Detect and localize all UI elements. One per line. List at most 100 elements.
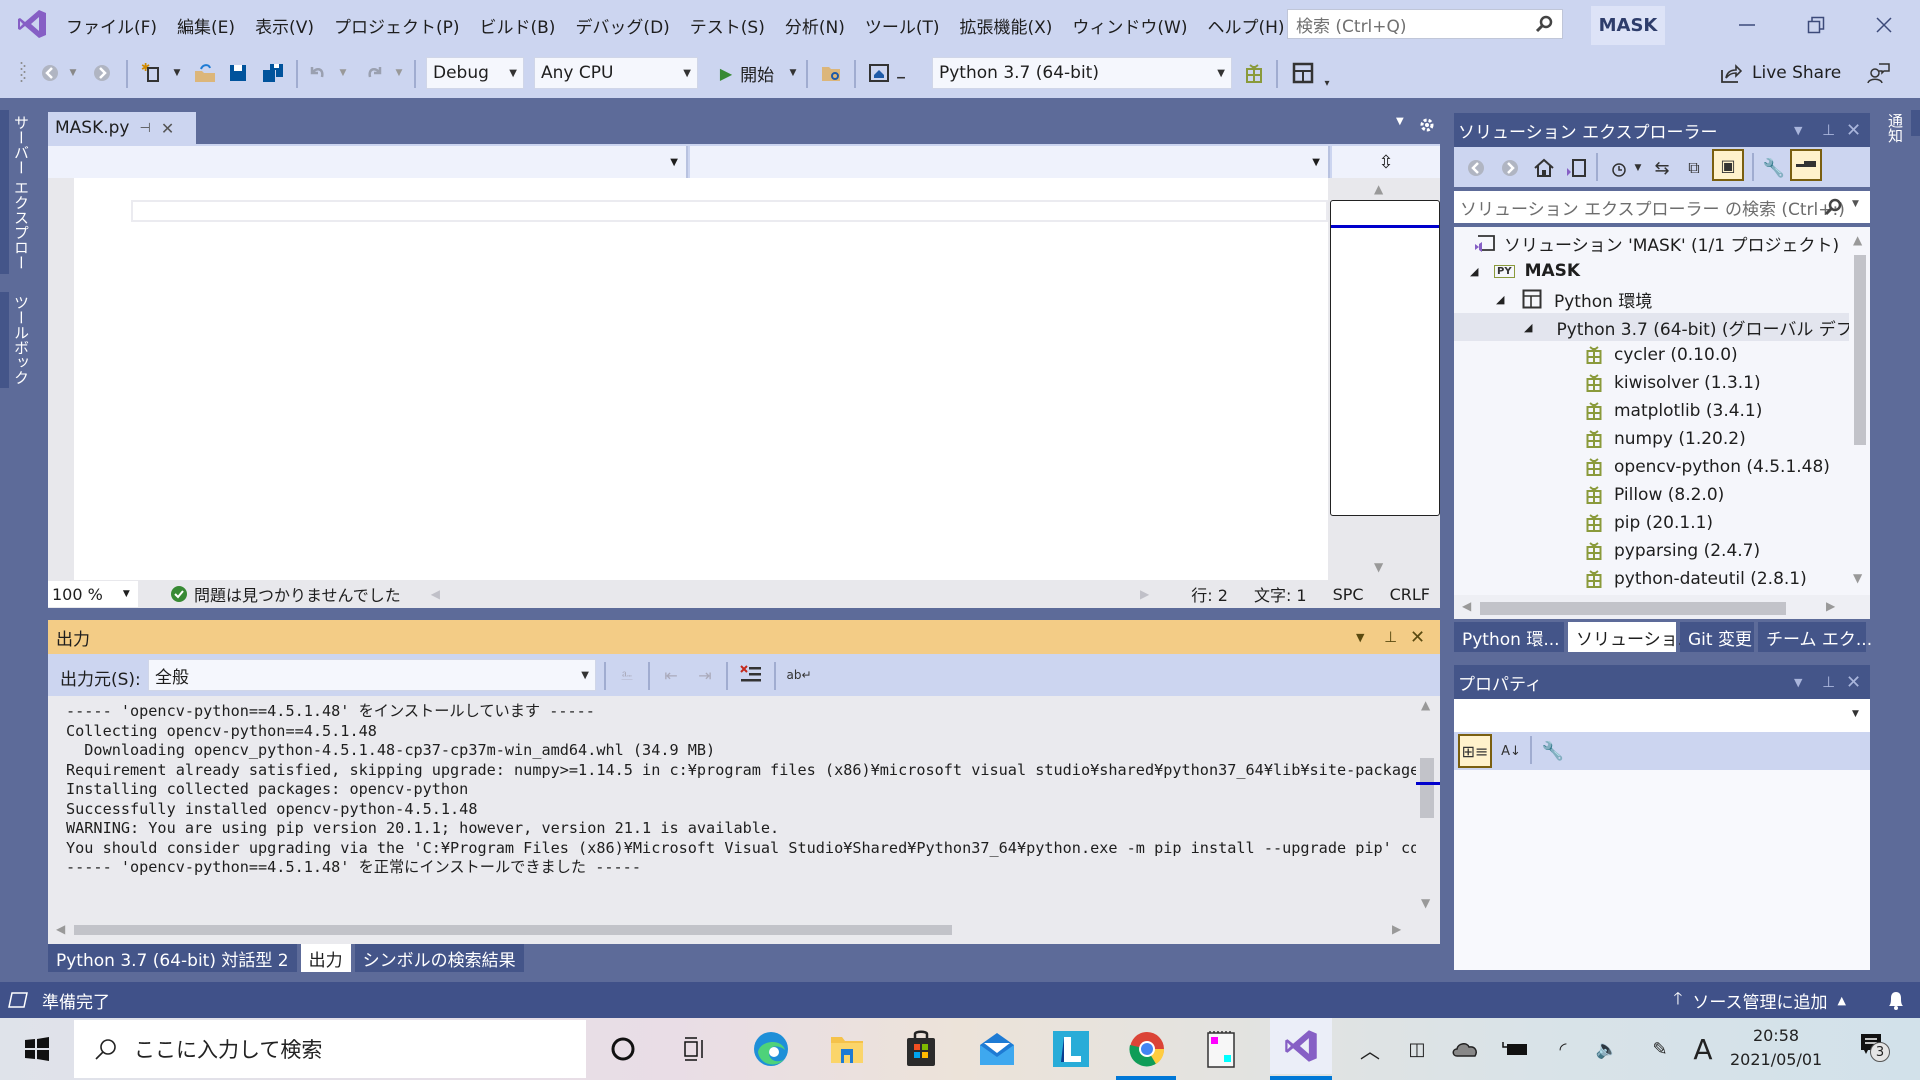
expanded-triangle-icon[interactable]: ◢ xyxy=(1496,293,1510,306)
output-text[interactable]: ----- 'opencv-python==4.5.1.48' をインストールし… xyxy=(48,696,1416,916)
show-all-files-button[interactable]: ▣ xyxy=(1712,149,1744,181)
whitespace-indicator[interactable]: SPC xyxy=(1333,585,1364,604)
menu-edit[interactable]: 編集(E) xyxy=(173,13,251,38)
navigate-forward-button[interactable] xyxy=(90,58,114,88)
start-debugging-button[interactable]: ▶ 開始 xyxy=(712,58,782,88)
solution-tree-horizontal-scrollbar[interactable]: ◀ ▶ xyxy=(1454,595,1870,619)
save-all-button[interactable] xyxy=(260,58,286,88)
tree-node-solution[interactable]: ソリューション 'MASK' (1/1 プロジェクト) xyxy=(1454,229,1849,257)
gear-icon[interactable] xyxy=(1418,116,1436,134)
output-horizontal-scrollbar[interactable]: ◀ ▶ xyxy=(48,916,1440,944)
tree-node-package[interactable]: cycler (0.10.0) xyxy=(1454,341,1849,369)
zoom-select[interactable]: 100 % ▼ xyxy=(48,581,138,607)
menu-window[interactable]: ウィンドウ(W) xyxy=(1068,13,1203,38)
scroll-up-icon[interactable]: ▲ xyxy=(1421,698,1430,712)
property-pages-button[interactable]: 🔧 xyxy=(1538,736,1568,766)
hscroll-left-icon[interactable]: ◀ xyxy=(431,587,440,601)
expanded-triangle-icon[interactable]: ◢ xyxy=(1470,265,1484,278)
output-source-select[interactable]: 全般 ▼ xyxy=(148,659,596,691)
collapse-all-button[interactable]: ⧉ xyxy=(1682,153,1706,183)
tree-node-package[interactable]: kiwisolver (1.3.1) xyxy=(1454,369,1849,397)
clock[interactable]: 20:58 2021/05/01 xyxy=(1730,1024,1822,1072)
clear-all-button[interactable] xyxy=(736,660,766,690)
overflow-icon[interactable]: ▾ xyxy=(1322,68,1332,98)
menu-tools[interactable]: ツール(T) xyxy=(861,13,956,38)
cortana-button[interactable] xyxy=(598,1024,648,1074)
tree-node-package[interactable]: pip (20.1.1) xyxy=(1454,509,1849,537)
tree-hscroll-thumb[interactable] xyxy=(1480,602,1786,615)
output-scroll-thumb[interactable] xyxy=(1420,758,1434,818)
pin-icon[interactable]: ⊣ xyxy=(140,121,151,136)
expanded-triangle-icon[interactable]: ◢ xyxy=(1524,321,1532,334)
home-button[interactable] xyxy=(1532,153,1556,183)
start-dropdown[interactable]: ▼ xyxy=(786,58,800,88)
column-indicator[interactable]: 文字: 1 xyxy=(1254,582,1307,606)
menu-debug[interactable]: デバッグ(D) xyxy=(571,13,685,38)
chrome-app[interactable] xyxy=(1122,1024,1172,1074)
pin-icon[interactable]: ⊥ xyxy=(1822,673,1835,691)
close-window-button[interactable] xyxy=(1864,8,1904,42)
scroll-left-icon[interactable]: ◀ xyxy=(56,922,65,936)
menu-view[interactable]: 表示(V) xyxy=(251,13,330,38)
tree-node-package[interactable]: python-dateutil (2.8.1) xyxy=(1454,565,1849,593)
show-hidden-icons-button[interactable]: ︿ xyxy=(1356,1032,1384,1066)
new-project-button[interactable]: ✱ xyxy=(138,58,164,88)
filter-dropdown[interactable]: ▼ xyxy=(1632,153,1644,183)
toolbar-grip[interactable] xyxy=(18,58,28,88)
menu-extensions[interactable]: 拡張機能(X) xyxy=(956,13,1069,38)
scroll-right-icon[interactable]: ▶ xyxy=(1826,599,1835,613)
tab-team-explorer[interactable]: チーム エク... xyxy=(1758,622,1872,652)
find-in-files-button[interactable] xyxy=(818,58,844,88)
undo-button[interactable] xyxy=(306,58,330,88)
tab-symbol-results[interactable]: シンボルの検索結果 xyxy=(354,944,524,972)
tree-node-package[interactable]: Pillow (8.2.0) xyxy=(1454,481,1849,509)
store-app[interactable] xyxy=(896,1024,946,1074)
notifications-tab[interactable]: 通知 xyxy=(1884,109,1906,149)
redo-dropdown[interactable]: ▼ xyxy=(392,58,406,88)
scroll-down-icon[interactable]: ▼ xyxy=(1853,571,1862,585)
mail-app[interactable] xyxy=(972,1024,1022,1074)
line-indicator[interactable]: 行: 2 xyxy=(1191,582,1228,606)
issues-indicator[interactable]: 問題は見つかりませんでした xyxy=(170,582,401,606)
python-environment-select[interactable]: Python 3.7 (64-bit) ▼ xyxy=(932,57,1232,89)
file-explorer-app[interactable] xyxy=(822,1024,872,1074)
previous-message-button[interactable]: ⇤ xyxy=(658,660,684,690)
next-message-button[interactable]: ⇥ xyxy=(692,660,718,690)
member-dropdown[interactable]: ▼ xyxy=(690,146,1330,178)
forward-button[interactable] xyxy=(1498,153,1522,183)
menu-project[interactable]: プロジェクト(P) xyxy=(330,13,476,38)
pin-icon[interactable]: ⊥ xyxy=(1384,628,1397,646)
battery-button[interactable] xyxy=(1498,1032,1532,1066)
browser-link-button[interactable] xyxy=(866,58,892,88)
overflow-icon[interactable]: ▁ xyxy=(896,58,906,88)
scroll-up-icon[interactable]: ▲ xyxy=(1853,233,1862,247)
redo-button[interactable] xyxy=(362,58,386,88)
scroll-up-icon[interactable]: ▲ xyxy=(1374,182,1383,196)
pin-icon[interactable]: ⊥ xyxy=(1822,121,1835,139)
output-vertical-scrollbar[interactable]: ▲ ▼ xyxy=(1416,696,1440,916)
tree-node-package[interactable]: numpy (1.20.2) xyxy=(1454,425,1849,453)
meet-now-button[interactable]: ◫ xyxy=(1402,1032,1432,1066)
new-dropdown[interactable]: ▼ xyxy=(170,58,184,88)
tree-node-interpreter[interactable]: ◢ Python 3.7 (64-bit) (グローバル デフ xyxy=(1454,313,1853,341)
scrollbar-map[interactable] xyxy=(1330,200,1440,516)
word-wrap-button[interactable]: ab↵ xyxy=(784,660,814,690)
tree-node-package[interactable]: pyparsing (2.4.7) xyxy=(1454,537,1849,565)
alphabetical-button[interactable]: A↓ xyxy=(1496,736,1526,766)
output-hscroll-thumb[interactable] xyxy=(74,925,952,935)
code-editor[interactable] xyxy=(48,178,1328,580)
pen-workspace-button[interactable]: ✎ xyxy=(1646,1032,1674,1066)
close-panel-icon[interactable]: ✕ xyxy=(1410,627,1425,648)
action-center-button[interactable]: 3 xyxy=(1852,1028,1892,1062)
start-button[interactable] xyxy=(12,1024,62,1074)
line-ending-indicator[interactable]: CRLF xyxy=(1390,585,1430,604)
tree-node-package[interactable]: opencv-python (4.5.1.48) xyxy=(1454,453,1849,481)
open-file-button[interactable] xyxy=(192,58,218,88)
quick-search-input[interactable]: 検索 (Ctrl+Q) xyxy=(1287,9,1563,39)
scroll-left-icon[interactable]: ◀ xyxy=(1462,599,1471,613)
scroll-right-icon[interactable]: ▶ xyxy=(1392,922,1401,936)
panel-options-dropdown[interactable]: ▼ xyxy=(1794,676,1802,689)
restore-button[interactable] xyxy=(1796,8,1836,42)
live-share-button[interactable]: Live Share xyxy=(1720,58,1841,88)
menu-test[interactable]: テスト(S) xyxy=(686,13,781,38)
